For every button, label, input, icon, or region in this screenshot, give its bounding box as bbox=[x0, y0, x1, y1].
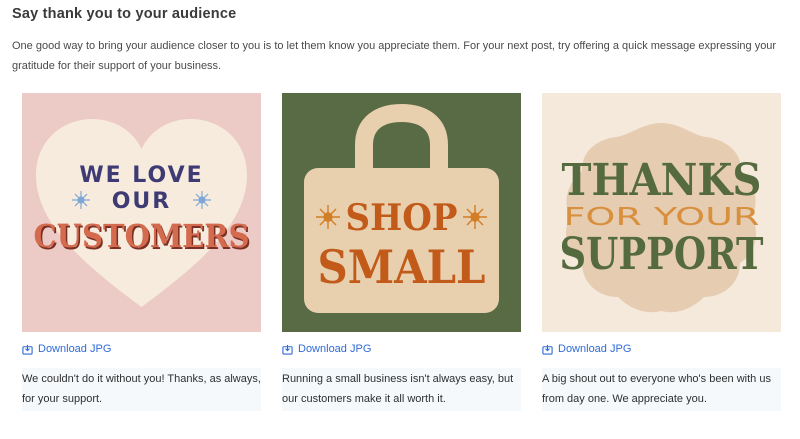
download-icon bbox=[542, 344, 553, 355]
download-jpg-link[interactable]: Download JPG bbox=[542, 341, 781, 357]
download-jpg-link[interactable]: Download JPG bbox=[282, 341, 521, 357]
download-jpg-link[interactable]: Download JPG bbox=[22, 341, 261, 357]
template-card: WE LOVE OUR CUSTOMERS CUSTOMERS Download… bbox=[22, 93, 261, 411]
download-label: Download JPG bbox=[38, 343, 112, 355]
card-caption: Running a small business isn't always ea… bbox=[282, 368, 521, 411]
art-line: FOR YOUR bbox=[564, 202, 760, 231]
download-icon bbox=[22, 344, 33, 355]
we-love-customers-image[interactable]: WE LOVE OUR CUSTOMERS CUSTOMERS bbox=[22, 93, 261, 332]
art-line: THANKS bbox=[562, 155, 762, 206]
template-card: SHOP SMALL Download JPG Running a small … bbox=[282, 93, 521, 411]
art-line: CUSTOMERS bbox=[34, 217, 250, 255]
card-caption: A big shout out to everyone who's been w… bbox=[542, 368, 781, 411]
thank-you-section: Say thank you to your audience One good … bbox=[0, 0, 800, 439]
section-intro: One good way to bring your audience clos… bbox=[12, 40, 777, 72]
shop-small-image[interactable]: SHOP SMALL bbox=[282, 93, 521, 332]
download-label: Download JPG bbox=[298, 343, 372, 355]
card-caption: We couldn't do it without you! Thanks, a… bbox=[22, 368, 261, 411]
template-card: THANKS FOR YOUR SUPPORT Download JPG A b… bbox=[542, 93, 781, 411]
art-line: WE LOVE bbox=[79, 163, 203, 188]
download-label: Download JPG bbox=[558, 343, 632, 355]
section-title: Say thank you to your audience bbox=[12, 6, 237, 22]
art-line: SMALL bbox=[318, 240, 486, 294]
art-line: SUPPORT bbox=[560, 229, 764, 280]
download-icon bbox=[282, 344, 293, 355]
thanks-for-your-support-image[interactable]: THANKS FOR YOUR SUPPORT bbox=[542, 93, 781, 332]
art-line: OUR bbox=[112, 189, 172, 214]
art-line: SHOP bbox=[346, 197, 458, 239]
